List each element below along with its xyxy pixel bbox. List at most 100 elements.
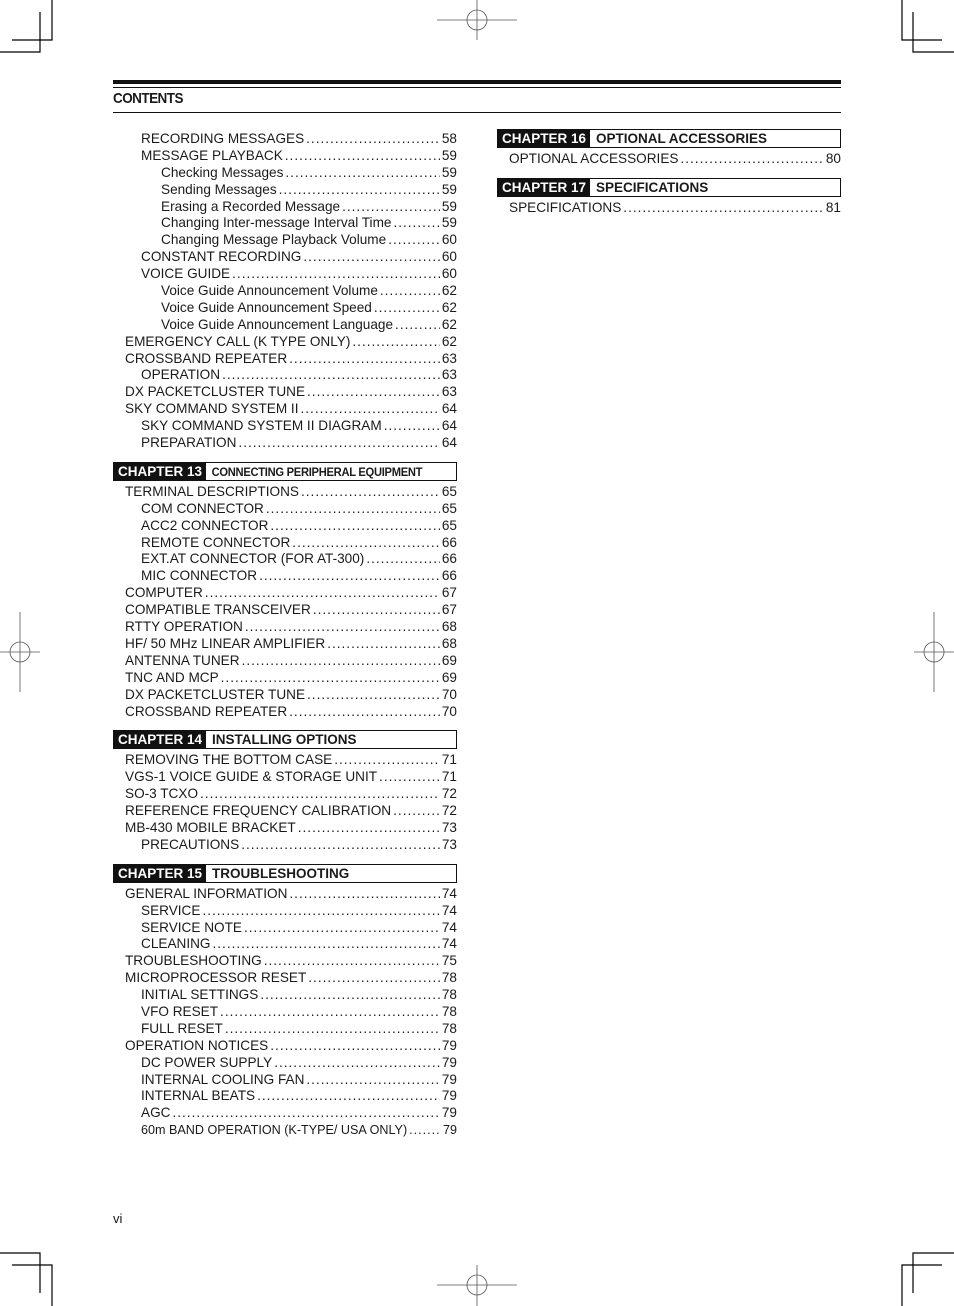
toc-entry[interactable]: COMPATIBLE TRANSCEIVER 67 bbox=[113, 602, 457, 619]
toc-entry-page: 71 bbox=[441, 752, 457, 768]
chapter-heading: CHAPTER 13 CONNECTING PERIPHERAL EQUIPMEN… bbox=[113, 461, 457, 481]
toc-entry[interactable]: Voice Guide Announcement Speed 62 bbox=[113, 300, 457, 317]
toc-entry-title: RTTY OPERATION bbox=[125, 619, 243, 635]
dot-leader bbox=[270, 1038, 440, 1055]
toc-entry-page: 78 bbox=[441, 987, 457, 1003]
toc-entry[interactable]: GENERAL INFORMATION 74 bbox=[113, 886, 457, 903]
toc-entry-title: 60m BAND OPERATION (K-TYPE/ USA ONLY) bbox=[141, 1123, 408, 1138]
toc-entry-page: 63 bbox=[441, 367, 457, 383]
toc-entry-title: Voice Guide Announcement Speed bbox=[161, 299, 372, 315]
toc-entry[interactable]: INTERNAL BEATS 79 bbox=[113, 1088, 457, 1105]
toc-entry[interactable]: MESSAGE PLAYBACK 59 bbox=[113, 148, 457, 165]
toc-entry[interactable]: PREPARATION 64 bbox=[113, 435, 457, 452]
toc-entry[interactable]: Checking Messages 59 bbox=[113, 165, 457, 182]
toc-entry[interactable]: CROSSBAND REPEATER 70 bbox=[113, 704, 457, 721]
toc-entry[interactable]: SO-3 TCXO 72 bbox=[113, 786, 457, 803]
toc-entry[interactable]: 60m BAND OPERATION (K-TYPE/ USA ONLY) 79 bbox=[113, 1122, 457, 1139]
toc-entry[interactable]: REFERENCE FREQUENCY CALIBRATION 72 bbox=[113, 803, 457, 820]
toc-entry-page: 67 bbox=[441, 602, 457, 618]
toc-entry-page: 71 bbox=[441, 769, 457, 785]
toc-entry[interactable]: Voice Guide Announcement Language 62 bbox=[113, 317, 457, 334]
toc-entry[interactable]: Erasing a Recorded Message 59 bbox=[113, 199, 457, 216]
toc-entry-title: REMOTE CONNECTOR bbox=[141, 534, 291, 550]
toc-entry[interactable]: RTTY OPERATION 68 bbox=[113, 619, 457, 636]
toc-entry[interactable]: INITIAL SETTINGS 78 bbox=[113, 987, 457, 1004]
toc-entry[interactable]: VFO RESET 78 bbox=[113, 1004, 457, 1021]
toc-entry-page: 59 bbox=[441, 198, 457, 214]
dot-leader bbox=[257, 1088, 440, 1105]
toc-entry[interactable]: MICROPROCESSOR RESET 78 bbox=[113, 970, 457, 987]
toc-entry[interactable]: Changing Message Playback Volume 60 bbox=[113, 232, 457, 249]
toc-entry[interactable]: Sending Messages 59 bbox=[113, 182, 457, 199]
toc-entry[interactable]: VOICE GUIDE 60 bbox=[113, 266, 457, 283]
toc-entry[interactable]: SERVICE NOTE 74 bbox=[113, 920, 457, 937]
toc-entry[interactable]: TROUBLESHOOTING 75 bbox=[113, 953, 457, 970]
toc-entry[interactable]: OPTIONAL ACCESSORIES 80 bbox=[497, 151, 841, 168]
toc-entry[interactable]: DC POWER SUPPLY 79 bbox=[113, 1055, 457, 1072]
toc-entry-page: 62 bbox=[441, 316, 457, 332]
page-number: vi bbox=[113, 1211, 123, 1226]
toc-entry[interactable]: TNC AND MCP 69 bbox=[113, 670, 457, 687]
toc-entry[interactable]: Changing Inter-message Interval Time 59 bbox=[113, 215, 457, 232]
toc-entry-page: 65 bbox=[441, 483, 457, 499]
toc-entry[interactable]: EXT.AT CONNECTOR (FOR AT-300) 66 bbox=[113, 551, 457, 568]
toc-entry-title: TROUBLESHOOTING bbox=[125, 953, 262, 969]
registration-mark-right bbox=[914, 612, 954, 692]
toc-entry[interactable]: VGS-1 VOICE GUIDE & STORAGE UNIT 71 bbox=[113, 769, 457, 786]
toc-entry-title: TNC AND MCP bbox=[125, 669, 219, 685]
toc-entry[interactable]: COM CONNECTOR 65 bbox=[113, 501, 457, 518]
toc-entry-page: 59 bbox=[441, 181, 457, 197]
toc-entry[interactable]: SPECIFICATIONS 81 bbox=[497, 200, 841, 217]
toc-entry[interactable]: SKY COMMAND SYSTEM II 64 bbox=[113, 401, 457, 418]
toc-entry[interactable]: AGC 79 bbox=[113, 1105, 457, 1122]
chapter-heading: CHAPTER 15 TROUBLESHOOTING bbox=[113, 863, 457, 883]
toc-entry-page: 69 bbox=[441, 669, 457, 685]
dot-leader bbox=[393, 803, 440, 820]
toc-entry[interactable]: SERVICE 74 bbox=[113, 903, 457, 920]
toc-entry-page: 63 bbox=[441, 350, 457, 366]
chapter-title: SPECIFICATIONS bbox=[596, 179, 709, 195]
toc-entry[interactable]: FULL RESET 78 bbox=[113, 1021, 457, 1038]
dot-leader bbox=[300, 401, 439, 418]
toc-entry[interactable]: ACC2 CONNECTOR 65 bbox=[113, 518, 457, 535]
toc-entry[interactable]: MIC CONNECTOR 66 bbox=[113, 568, 457, 585]
dot-leader bbox=[334, 752, 440, 769]
toc-entry[interactable]: RECORDING MESSAGES 58 bbox=[113, 131, 457, 148]
toc-entry-page: 74 bbox=[441, 902, 457, 918]
toc-entry-title: PREPARATION bbox=[141, 435, 237, 451]
toc-entry[interactable]: REMOVING THE BOTTOM CASE 71 bbox=[113, 752, 457, 769]
toc-entry[interactable]: REMOTE CONNECTOR 66 bbox=[113, 535, 457, 552]
toc-entry-page: 79 bbox=[441, 1071, 457, 1087]
dot-leader bbox=[342, 199, 440, 216]
toc-entry[interactable]: INTERNAL COOLING FAN 79 bbox=[113, 1072, 457, 1089]
toc-entry[interactable]: OPERATION NOTICES 79 bbox=[113, 1038, 457, 1055]
toc-entry[interactable]: DX PACKETCLUSTER TUNE 70 bbox=[113, 687, 457, 704]
toc-entry[interactable]: ANTENNA TUNER 69 bbox=[113, 653, 457, 670]
toc-entry[interactable]: COMPUTER 67 bbox=[113, 585, 457, 602]
toc-entry-page: 73 bbox=[441, 819, 457, 835]
toc-entry-title: COM CONNECTOR bbox=[141, 500, 264, 516]
toc-entry-title: MIC CONNECTOR bbox=[141, 568, 258, 584]
toc-entry[interactable]: DX PACKETCLUSTER TUNE 63 bbox=[113, 384, 457, 401]
toc-entry[interactable]: CLEANING 74 bbox=[113, 936, 457, 953]
toc-entry[interactable]: TERMINAL DESCRIPTIONS 65 bbox=[113, 484, 457, 501]
toc-entry-title: Voice Guide Announcement Language bbox=[161, 316, 394, 332]
toc-entry[interactable]: EMERGENCY CALL (K TYPE ONLY) 62 bbox=[113, 334, 457, 351]
dot-leader bbox=[221, 670, 440, 687]
toc-entry[interactable]: PRECAUTIONS 73 bbox=[113, 837, 457, 854]
toc-entry[interactable]: MB-430 MOBILE BRACKET 73 bbox=[113, 820, 457, 837]
toc-entry-page: 62 bbox=[441, 299, 457, 315]
toc-entry[interactable]: CONSTANT RECORDING 60 bbox=[113, 249, 457, 266]
toc-entry[interactable]: Voice Guide Announcement Volume 62 bbox=[113, 283, 457, 300]
dot-leader bbox=[220, 1004, 440, 1021]
toc-entry-title: PRECAUTIONS bbox=[141, 836, 240, 852]
toc-entry-title: VOICE GUIDE bbox=[141, 266, 231, 282]
toc-entry[interactable]: OPERATION 63 bbox=[113, 367, 457, 384]
dot-leader bbox=[303, 249, 440, 266]
crop-mark-bottom-left bbox=[0, 1252, 41, 1293]
toc-entry[interactable]: CROSSBAND REPEATER 63 bbox=[113, 351, 457, 368]
dot-leader bbox=[308, 970, 440, 987]
toc-entry[interactable]: SKY COMMAND SYSTEM II DIAGRAM 64 bbox=[113, 418, 457, 435]
toc-entry-title: EMERGENCY CALL (K TYPE ONLY) bbox=[125, 333, 351, 349]
toc-entry[interactable]: HF/ 50 MHz LINEAR AMPLIFIER 68 bbox=[113, 636, 457, 653]
